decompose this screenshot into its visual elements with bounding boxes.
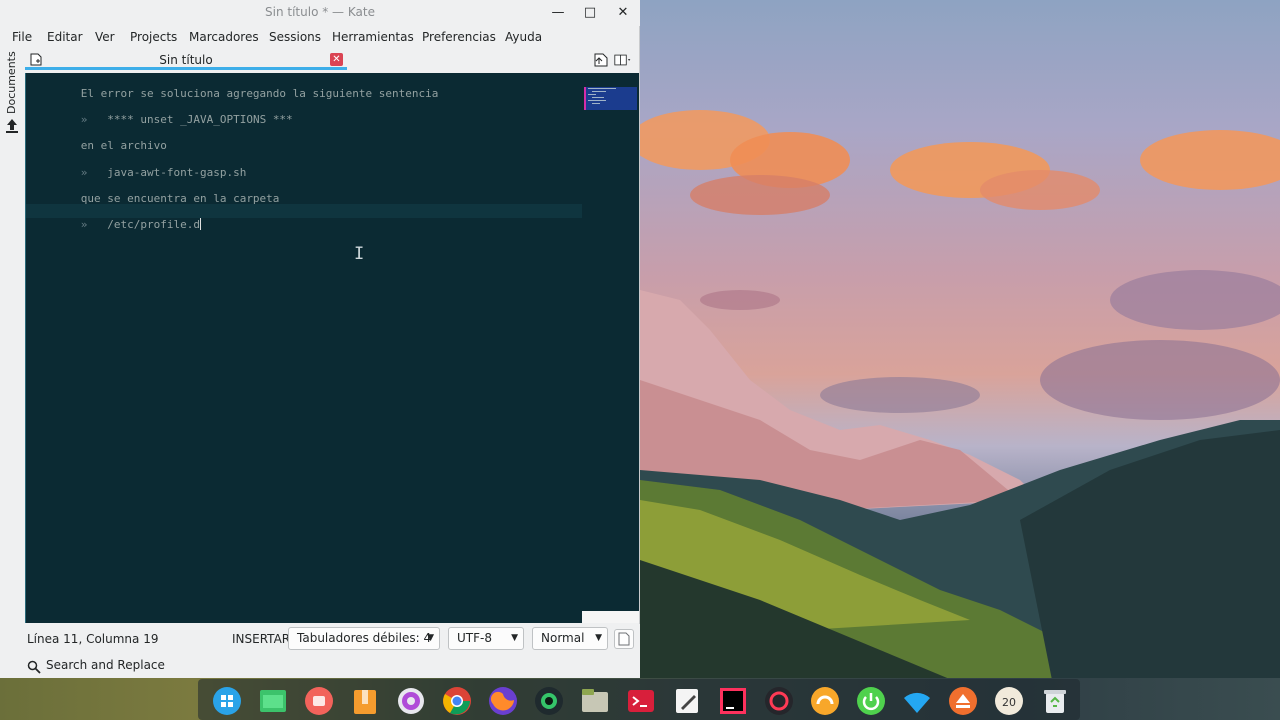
- menu-ver[interactable]: Ver: [95, 30, 115, 44]
- tab-sin-titulo[interactable]: Sin título ✕: [25, 48, 347, 72]
- bottom-toolbar: Search and Replace: [0, 654, 640, 678]
- menu-file[interactable]: File: [12, 30, 32, 44]
- editor-line: en el archivo: [41, 125, 167, 152]
- minimize-button[interactable]: —: [547, 3, 569, 23]
- split-view-icon[interactable]: [614, 52, 632, 68]
- active-tab-indicator: [25, 67, 347, 70]
- scrollbar-corner: [582, 611, 639, 623]
- webcam-icon[interactable]: [534, 686, 564, 716]
- text-editor[interactable]: El error se soluciona agregando la sigui…: [25, 73, 582, 623]
- window-title: Sin título * — Kate: [265, 5, 375, 19]
- menu-herramientas[interactable]: Herramientas: [332, 30, 414, 44]
- settings-gear-icon[interactable]: [396, 686, 426, 716]
- menu-marcadores[interactable]: Marcadores: [189, 30, 259, 44]
- encoding-select[interactable]: UTF-8 ▼: [448, 627, 524, 650]
- syntax-value: Normal: [541, 631, 585, 645]
- status-bar: Línea 11, Columna 19 INSERTAR Tabuladore…: [0, 624, 640, 654]
- app-launcher-icon[interactable]: [212, 686, 242, 716]
- minimap-scrollbar[interactable]: [582, 73, 639, 611]
- minimap-line: [592, 97, 604, 98]
- minimap-line: [588, 94, 596, 95]
- firefox-icon[interactable]: [488, 686, 518, 716]
- title-bar[interactable]: Sin título * — Kate — □ ✕: [0, 0, 640, 26]
- file-manager-icon[interactable]: [258, 686, 288, 716]
- minimap-line: [592, 103, 600, 104]
- close-button[interactable]: ✕: [612, 3, 634, 23]
- chevron-down-icon: ▼: [427, 633, 434, 643]
- mouse-ibeam-cursor: I: [354, 244, 365, 264]
- chevron-down-icon: ▼: [511, 633, 518, 643]
- eject-icon[interactable]: [948, 686, 978, 716]
- indentation-select[interactable]: Tabuladores débiles: 4 ▼: [288, 627, 440, 650]
- upload-icon[interactable]: [5, 118, 19, 134]
- intellij-icon[interactable]: [718, 686, 748, 716]
- menu-projects[interactable]: Projects: [130, 30, 177, 44]
- encoding-value: UTF-8: [457, 631, 492, 645]
- editor-line: » **** unset _JAVA_OPTIONS ***: [41, 99, 293, 126]
- tab-bar: Sin título ✕: [25, 48, 640, 72]
- left-sidebar: Documents: [0, 48, 24, 623]
- sidebar-documents-tab[interactable]: Documents: [5, 51, 18, 114]
- maximize-button[interactable]: □: [579, 3, 601, 23]
- menu-bar: File Editar Ver Projects Marcadores Sess…: [0, 26, 640, 48]
- minimap-line: [588, 88, 616, 89]
- chevron-down-icon: ▼: [595, 633, 602, 643]
- screen-recorder-icon[interactable]: [764, 686, 794, 716]
- text-editor-icon[interactable]: [672, 686, 702, 716]
- chrome-icon[interactable]: [442, 686, 472, 716]
- terminal-icon[interactable]: [626, 686, 656, 716]
- menu-ayuda[interactable]: Ayuda: [505, 30, 542, 44]
- menu-sessions[interactable]: Sessions: [269, 30, 321, 44]
- screenshot-icon[interactable]: [304, 686, 334, 716]
- desktop-wallpaper: [640, 0, 1280, 720]
- line-text: en el archivo: [80, 139, 167, 152]
- menu-preferencias[interactable]: Preferencias: [422, 30, 496, 44]
- menu-editar[interactable]: Editar: [47, 30, 83, 44]
- tab-label: Sin título: [159, 53, 213, 67]
- cursor-position[interactable]: Línea 11, Columna 19: [27, 632, 158, 646]
- document-options-button[interactable]: [614, 629, 634, 649]
- trash-icon[interactable]: [1040, 686, 1070, 716]
- tab-close-icon[interactable]: ✕: [330, 53, 343, 66]
- minimap-line: [588, 100, 606, 101]
- power-icon[interactable]: [856, 686, 886, 716]
- minimap-line: [592, 91, 606, 92]
- input-mode[interactable]: INSERTAR: [232, 632, 290, 646]
- archive-icon[interactable]: [350, 686, 380, 716]
- folder-icon[interactable]: [580, 686, 610, 716]
- clock-icon[interactable]: 20: [994, 686, 1024, 716]
- line-text: /etc/profile.d: [107, 218, 200, 231]
- syntax-mode-select[interactable]: Normal ▼: [532, 627, 608, 650]
- editor-line: » java-awt-font-gasp.sh: [41, 152, 247, 179]
- search-icon: [27, 660, 41, 674]
- audio-icon[interactable]: [810, 686, 840, 716]
- wifi-icon[interactable]: [902, 686, 932, 716]
- svg-text:20: 20: [1002, 696, 1016, 709]
- editor-line: » /etc/profile.d: [41, 204, 201, 231]
- editor-line: que se encuentra en la carpeta: [41, 178, 280, 205]
- indentation-value: Tabuladores débiles: 4: [297, 631, 432, 645]
- editor-line: El error se soluciona agregando la sigui…: [41, 73, 439, 100]
- search-and-replace-label: Search and Replace: [46, 658, 165, 672]
- document-icon: [618, 632, 630, 646]
- text-cursor: [199, 218, 201, 230]
- quick-open-icon[interactable]: [592, 52, 610, 68]
- kate-window: Sin título * — Kate — □ ✕ File Editar Ve…: [0, 0, 640, 678]
